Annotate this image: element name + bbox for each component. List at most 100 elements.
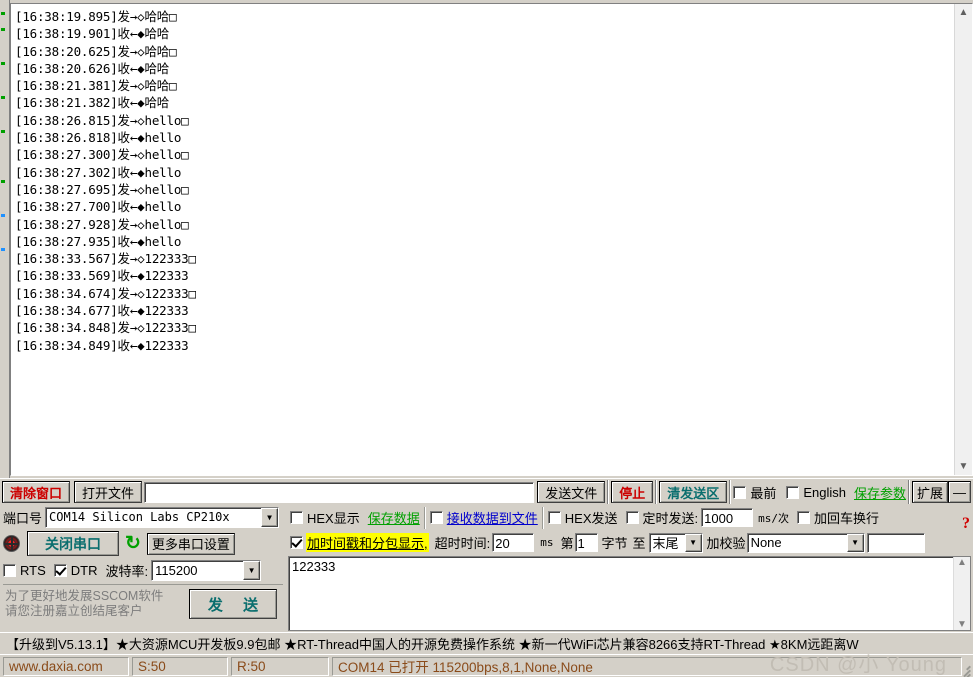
scroll-up-icon[interactable]: ▲ bbox=[957, 557, 967, 568]
scroll-down-icon[interactable]: ▼ bbox=[955, 458, 972, 475]
open-file-button[interactable]: 打开文件 bbox=[74, 481, 143, 503]
send-vertical-scrollbar[interactable]: ▲ ▼ bbox=[953, 557, 970, 630]
status-sent-count: S:50 bbox=[132, 656, 228, 676]
clear-send-area-button[interactable]: 清发送区 bbox=[659, 481, 728, 503]
status-port-info: COM14 已打开 115200bps,8,1,None,None bbox=[332, 656, 962, 676]
minimize-button[interactable]: — bbox=[948, 481, 971, 503]
port-select[interactable]: COM14 Silicon Labs CP210x ▼ bbox=[45, 506, 280, 528]
log-line: [16:38:34.848]发→◇122333□ bbox=[15, 320, 196, 336]
port-settings-panel: 端口号 COM14 Silicon Labs CP210x ▼ 关闭串口 ↻ 更… bbox=[0, 505, 286, 632]
extend-button[interactable]: 扩展 bbox=[911, 481, 948, 503]
log-line: [16:38:27.302]收←◆hello bbox=[15, 164, 182, 180]
dtr-label: DTR bbox=[70, 562, 98, 578]
receive-log-content: [16:38:19.895]发→◇哈哈□ [16:38:19.901]收←◆哈哈 [… bbox=[11, 4, 954, 475]
refresh-icon[interactable]: ↻ bbox=[125, 534, 141, 553]
status-bar: www.daxia.com S:50 R:50 COM14 已打开 115200… bbox=[0, 654, 973, 677]
recv-to-file-label[interactable]: 接收数据到文件 bbox=[447, 508, 538, 527]
file-path-input[interactable] bbox=[144, 481, 535, 503]
log-line: [16:38:33.569]收←◆122333 bbox=[15, 268, 189, 284]
english-checkbox-box[interactable] bbox=[786, 485, 800, 499]
byte-to-select[interactable]: 末尾 ▼ bbox=[648, 532, 703, 553]
port-select-row: 端口号 COM14 Silicon Labs CP210x ▼ bbox=[0, 505, 286, 529]
timeout-input[interactable]: 20 bbox=[492, 533, 535, 552]
recv-to-file-checkbox[interactable] bbox=[429, 511, 443, 524]
baud-select[interactable]: 115200 ▼ bbox=[151, 559, 262, 581]
hex-send-checkbox[interactable] bbox=[547, 511, 561, 524]
timed-send-label: 定时发送: bbox=[642, 511, 699, 526]
send-button[interactable]: 发 送 bbox=[189, 589, 277, 619]
scroll-down-icon[interactable]: ▼ bbox=[957, 619, 967, 630]
topmost-checkbox[interactable]: 最前 bbox=[733, 483, 776, 502]
save-params-button[interactable]: 保存参数 bbox=[854, 483, 906, 502]
port-label: 端口号 bbox=[3, 510, 43, 526]
receive-log-panel: [16:38:19.895]发→◇哈哈□ [16:38:19.901]收←◆哈哈 [… bbox=[0, 0, 973, 478]
log-line: [16:38:27.695]发→◇hello□ bbox=[15, 181, 189, 197]
status-website[interactable]: www.daxia.com bbox=[3, 656, 129, 676]
send-file-button[interactable]: 发送文件 bbox=[537, 481, 606, 503]
main-toolbar: 清除窗口 打开文件 发送文件 停止 清发送区 最前 English 保存参数 扩… bbox=[0, 478, 973, 505]
clear-window-button[interactable]: 清除窗口 bbox=[2, 481, 71, 503]
log-vertical-scrollbar[interactable]: ▲ ▼ bbox=[954, 4, 972, 475]
scroll-up-icon[interactable]: ▲ bbox=[955, 4, 972, 21]
port-status-led bbox=[3, 535, 20, 552]
log-marker-gutter bbox=[0, 0, 10, 478]
timestamp-checkbox[interactable] bbox=[290, 536, 303, 549]
resize-grip[interactable] bbox=[957, 661, 971, 677]
more-port-settings-button[interactable]: 更多串口设置 bbox=[146, 532, 235, 555]
rts-label: RTS bbox=[20, 562, 46, 578]
help-icon[interactable]: ? bbox=[962, 515, 970, 533]
chevron-down-icon[interactable]: ▼ bbox=[684, 533, 702, 552]
rts-checkbox[interactable] bbox=[3, 563, 16, 577]
checksum-select[interactable]: None ▼ bbox=[746, 532, 865, 553]
byte-from-label: 第 bbox=[560, 536, 574, 551]
registration-hint-text: 为了更好地发展SSCOM软件 请您注册嘉立创结尾客户 bbox=[5, 589, 164, 618]
close-port-button[interactable]: 关闭串口 bbox=[27, 531, 119, 556]
log-line: [16:38:27.300]发→◇hello□ bbox=[15, 147, 189, 163]
stop-button[interactable]: 停止 bbox=[611, 481, 654, 503]
receive-log-textarea[interactable]: [16:38:19.895]发→◇哈哈□ [16:38:19.901]收←◆哈哈 [… bbox=[10, 3, 973, 476]
timed-send-checkbox[interactable] bbox=[625, 511, 639, 524]
log-line: [16:38:21.381]发→◇哈哈□ bbox=[15, 78, 177, 94]
timestamp-label[interactable]: 加时间戳和分包显示, bbox=[306, 533, 429, 552]
sscom-window: [16:38:19.895]发→◇哈哈□ [16:38:19.901]收←◆哈哈 [… bbox=[0, 0, 973, 677]
timeout-unit-label: ms bbox=[540, 536, 554, 549]
log-line: [16:38:34.674]发→◇122333□ bbox=[15, 285, 196, 301]
baud-select-value: 115200 bbox=[155, 562, 198, 578]
send-textarea-content: 122333 bbox=[292, 559, 336, 574]
ad-banner[interactable]: 【升级到V5.13.1】★大资源MCU开发板9.9包邮 ★RT-Thread中国… bbox=[0, 632, 973, 654]
add-crlf-checkbox[interactable] bbox=[797, 511, 810, 524]
log-line: [16:38:20.626]收←◆哈哈 bbox=[15, 60, 170, 76]
english-checkbox[interactable]: English bbox=[786, 485, 846, 500]
log-line: [16:38:34.677]收←◆122333 bbox=[15, 303, 189, 319]
chevron-down-icon[interactable]: ▼ bbox=[261, 507, 279, 527]
topmost-checkbox-box[interactable] bbox=[733, 485, 747, 499]
log-line: [16:38:27.928]发→◇hello□ bbox=[15, 216, 189, 232]
log-line: [16:38:26.815]发→◇hello□ bbox=[15, 112, 189, 128]
log-line: [16:38:19.895]发→◇哈哈□ bbox=[15, 9, 177, 24]
byte-unit-label: 字节 bbox=[601, 536, 628, 551]
timed-send-unit-label: ms/次 bbox=[758, 511, 789, 525]
byte-to-label: 至 bbox=[632, 536, 646, 551]
save-data-button[interactable]: 保存数据 bbox=[368, 508, 420, 527]
send-textarea[interactable]: 122333 ▲ ▼ bbox=[288, 556, 971, 631]
topmost-label: 最前 bbox=[750, 485, 777, 501]
checksum-extra-input[interactable] bbox=[866, 532, 925, 553]
hex-display-label: HEX显示 bbox=[307, 511, 360, 526]
flow-control-row: RTS DTR 波特率: 115200 ▼ bbox=[0, 558, 286, 582]
log-line: [16:38:34.849]收←◆122333 bbox=[15, 337, 189, 353]
byte-from-input[interactable]: 1 bbox=[574, 533, 598, 552]
dtr-checkbox[interactable] bbox=[53, 563, 67, 577]
hex-send-label: HEX发送 bbox=[564, 511, 618, 526]
timed-send-interval-input[interactable]: 1000 bbox=[701, 508, 754, 527]
status-received-count: R:50 bbox=[231, 656, 329, 676]
baud-label: 波特率: bbox=[105, 563, 149, 579]
chevron-down-icon[interactable]: ▼ bbox=[243, 560, 261, 580]
registration-hint-box: 为了更好地发展SSCOM软件 请您注册嘉立创结尾客户 发 送 bbox=[3, 584, 283, 623]
log-line: [16:38:21.382]收←◆哈哈 bbox=[15, 95, 170, 111]
hex-display-checkbox[interactable] bbox=[290, 511, 303, 524]
log-line: [16:38:19.901]收←◆哈哈 bbox=[15, 26, 170, 42]
settings-row-1: HEX显示 保存数据 接收数据到文件 HEX发送 定时发送: 1000 ms/次… bbox=[286, 505, 973, 530]
checksum-label: 加校验 bbox=[706, 536, 746, 551]
chevron-down-icon[interactable]: ▼ bbox=[846, 533, 864, 552]
byte-to-select-value: 末尾 bbox=[652, 536, 679, 551]
